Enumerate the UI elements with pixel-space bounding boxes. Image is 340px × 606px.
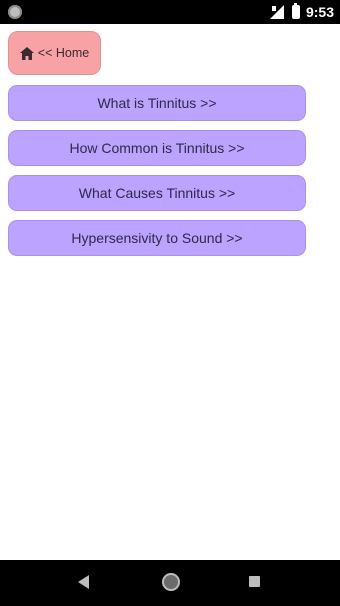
what-causes-tinnitus-button[interactable]: What Causes Tinnitus >> — [8, 175, 306, 211]
nav-button-label: Hypersensivity to Sound >> — [71, 230, 243, 246]
status-time: 9:53 — [305, 4, 334, 20]
status-bar: 9:53 — [0, 0, 340, 24]
what-is-tinnitus-button[interactable]: What is Tinnitus >> — [8, 85, 306, 121]
how-common-is-tinnitus-button[interactable]: How Common is Tinnitus >> — [8, 130, 306, 166]
nav-button-label: What is Tinnitus >> — [97, 95, 217, 111]
navigation-bar — [0, 560, 340, 606]
hypersensivity-to-sound-button[interactable]: Hypersensivity to Sound >> — [8, 220, 306, 256]
home-button-label: << Home — [37, 46, 90, 60]
nav-button-label: How Common is Tinnitus >> — [69, 140, 245, 156]
main-content: << Home What is Tinnitus >> How Common i… — [0, 24, 340, 560]
battery-icon — [291, 3, 300, 19]
nav-button-label: What Causes Tinnitus >> — [78, 185, 236, 201]
signal-icon — [269, 5, 284, 19]
home-icon — [19, 46, 34, 60]
home-circle-icon[interactable] — [162, 573, 180, 591]
notification-icon — [8, 5, 22, 19]
recents-icon[interactable] — [249, 576, 260, 587]
back-icon[interactable] — [78, 575, 89, 589]
status-icons: 9:53 — [269, 0, 334, 24]
home-button[interactable]: << Home — [8, 31, 101, 75]
